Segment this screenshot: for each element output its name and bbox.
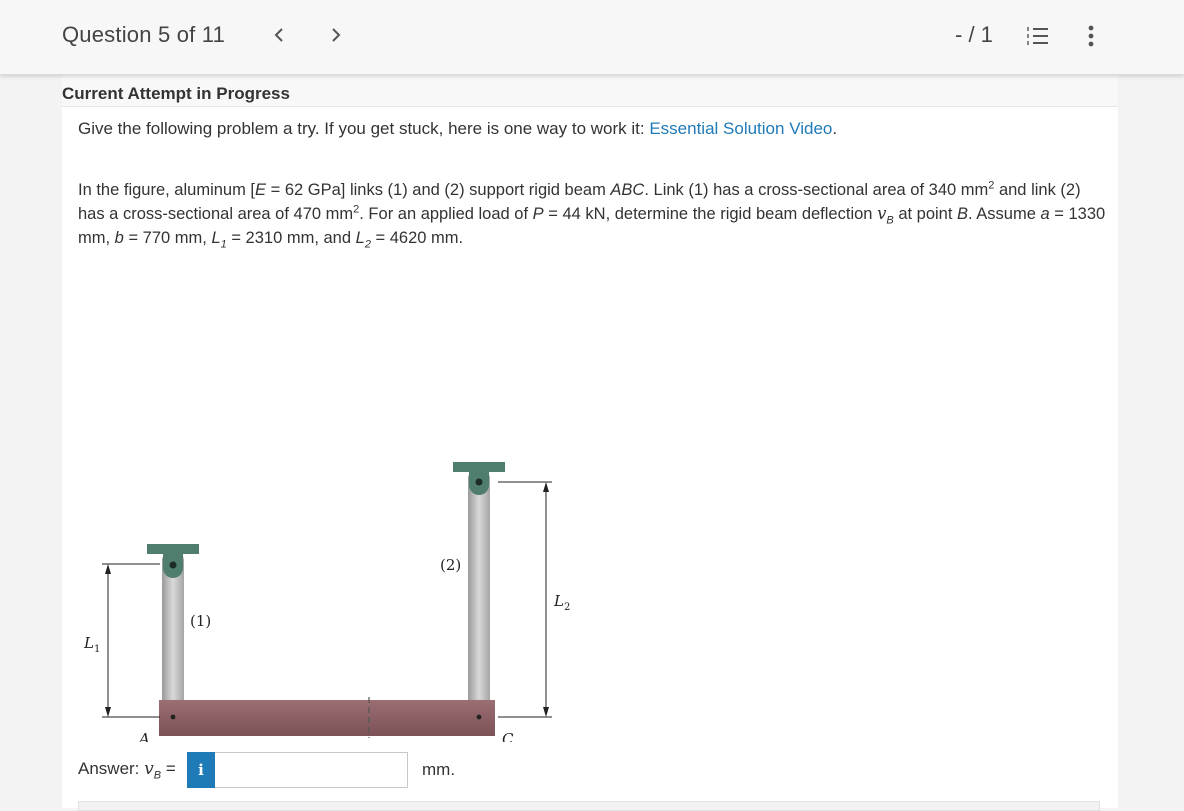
question-list-button[interactable] — [1026, 24, 1050, 48]
previous-question-button[interactable] — [265, 20, 293, 50]
link-1-label: (1) — [190, 612, 211, 630]
answer-label: Answer: vB = — [78, 759, 176, 781]
problem-text: at point — [893, 205, 958, 223]
info-button[interactable]: i — [187, 752, 215, 788]
support-1 — [147, 544, 199, 554]
answer-input[interactable] — [215, 752, 408, 788]
link-2-label: (2) — [440, 556, 461, 574]
pin-1 — [169, 561, 177, 569]
var-a: a — [1040, 205, 1050, 223]
intro-text: Give the following problem a try. If you… — [78, 119, 837, 139]
problem-statement: In the figure, aluminum [E = 62 GPa] lin… — [78, 178, 1108, 250]
problem-text: = 770 mm, — [123, 229, 212, 247]
question-header: Question 5 of 11 - / 1 — [0, 0, 1184, 75]
subscript: B — [886, 214, 894, 227]
point-A-label: A — [137, 730, 150, 742]
score-display: - / 1 — [955, 22, 993, 47]
question-content: Give the following problem a try. If you… — [62, 107, 1118, 811]
intro-period: . — [832, 119, 838, 138]
support-2 — [453, 462, 505, 472]
var-B: B — [957, 205, 969, 223]
beam-diagram: L1 L2 (1) (2) A C B a b P — [83, 462, 570, 742]
question-counter: Question 5 of 11 — [62, 22, 226, 47]
L2-arrow-top — [543, 482, 549, 492]
numbered-list-icon — [1027, 27, 1048, 45]
attempt-status-bar: Current Attempt in Progress — [62, 75, 1118, 107]
L1-arrow-top — [105, 564, 111, 574]
answer-unit: mm. — [422, 760, 456, 779]
answer-var-v: v — [144, 759, 154, 779]
L2-arrow-bottom — [543, 707, 549, 717]
var-L: L — [355, 229, 365, 247]
L1-label: L1 — [83, 634, 100, 655]
L2-label: L2 — [553, 592, 570, 613]
point-C-label: C — [502, 730, 514, 742]
problem-text: . Assume — [968, 205, 1041, 223]
answer-equals: = — [161, 759, 176, 778]
link-2 — [468, 472, 490, 726]
problem-text: . Link (1) has a cross-sectional area of… — [644, 181, 989, 199]
L1-arrow-bottom — [105, 707, 111, 717]
var-ABC: ABC — [610, 181, 645, 199]
next-question-button[interactable] — [322, 20, 350, 50]
info-icon: i — [198, 761, 204, 779]
var-v: v — [877, 204, 887, 223]
problem-text: = 4620 mm. — [370, 229, 464, 247]
beam-pin-A — [170, 714, 176, 720]
intro-sentence: Give the following problem a try. If you… — [78, 119, 650, 138]
answer-prefix: Answer: — [78, 759, 145, 778]
problem-text: = 62 GPa] links (1) and (2) support rigi… — [266, 181, 611, 199]
pin-2 — [475, 478, 483, 486]
problem-text: In the figure, aluminum [ — [78, 181, 256, 199]
solution-video-link[interactable]: Essential Solution Video — [649, 119, 832, 138]
vertical-ellipsis-icon — [1088, 25, 1094, 47]
problem-text: . For an applied load of — [359, 205, 533, 223]
var-P: P — [532, 205, 544, 223]
answer-row: Answer: vB = i mm. — [78, 752, 678, 788]
feedback-panel — [78, 801, 1100, 811]
beam-pin-C — [476, 714, 482, 720]
answer-subscript: B — [153, 769, 162, 782]
var-L: L — [211, 229, 221, 247]
problem-text: = 44 kN, determine the rigid beam deflec… — [543, 205, 878, 223]
problem-text: = 2310 mm, and — [226, 229, 356, 247]
var-E: E — [255, 181, 267, 199]
chevron-left-icon — [274, 28, 283, 42]
more-options-button[interactable] — [1080, 22, 1102, 50]
attempt-status: Current Attempt in Progress — [62, 84, 290, 103]
var-b: b — [114, 229, 124, 247]
rigid-beam — [159, 700, 495, 736]
chevron-right-icon — [332, 28, 341, 42]
